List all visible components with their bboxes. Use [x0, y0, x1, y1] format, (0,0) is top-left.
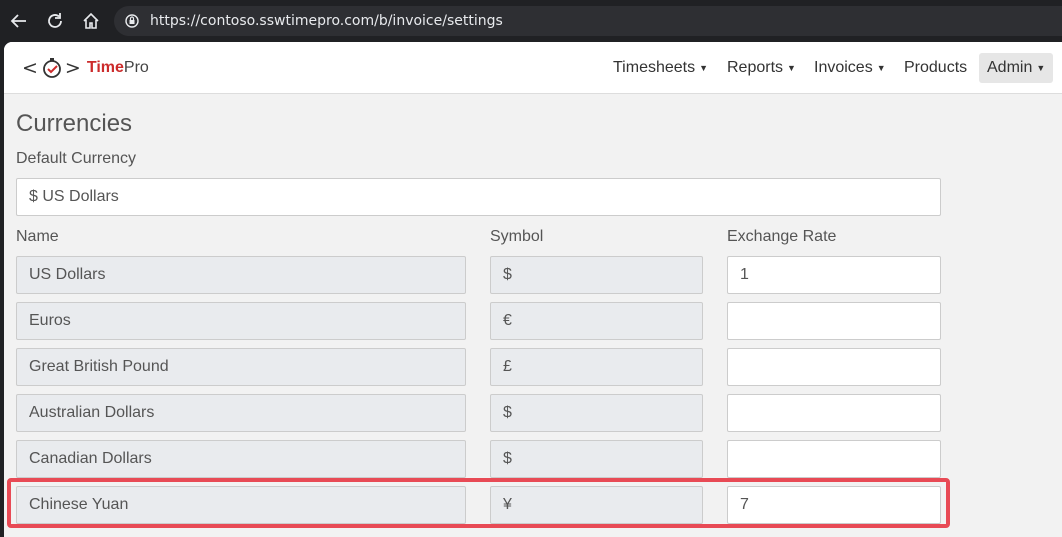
menu-products-label: Products: [904, 59, 968, 76]
currency-name-field: Euros: [16, 302, 466, 340]
web-page: < > Time Pro Timesheets ▼ Reports ▼ Invoic…: [4, 42, 1062, 537]
caret-down-icon: ▼: [699, 63, 709, 73]
stopwatch-icon: [41, 57, 63, 79]
menu-reports[interactable]: Reports ▼: [719, 53, 804, 83]
menu-admin[interactable]: Admin ▼: [979, 53, 1054, 83]
menu-admin-label: Admin: [987, 59, 1033, 76]
site-info-icon[interactable]: [124, 13, 140, 34]
currency-symbol-field: £: [490, 348, 703, 386]
menu-reports-label: Reports: [727, 59, 784, 76]
exchange-rate-input[interactable]: [727, 440, 941, 478]
top-navbar: < > Time Pro Timesheets ▼ Reports ▼ Invoic…: [4, 42, 1062, 94]
url-text: https://contoso.sswtimepro.com/b/invoice…: [150, 13, 503, 29]
currency-name-field: Canadian Dollars: [16, 440, 466, 478]
highlight-box: [7, 478, 950, 528]
exchange-rate-input[interactable]: [727, 302, 941, 340]
logo-pro-text: Pro: [123, 59, 149, 76]
caret-down-icon: ▼: [1036, 63, 1046, 73]
caret-down-icon: ▼: [787, 63, 796, 73]
currency-name-field: Australian Dollars: [16, 394, 466, 432]
caret-down-icon: ▼: [876, 63, 886, 73]
logo-bracket-left: <: [22, 57, 38, 79]
exchange-rate-input[interactable]: [727, 394, 941, 432]
currency-name-field: US Dollars: [16, 256, 466, 294]
currency-symbol-field: $: [490, 394, 703, 432]
logo-bracket-right: >: [64, 57, 81, 79]
logo-time-text: Time: [86, 59, 124, 76]
currency-symbol-field: $: [490, 256, 703, 294]
column-name-header: Name: [16, 228, 59, 245]
exchange-rate-input[interactable]: 1: [727, 256, 941, 294]
default-currency-label: Default Currency: [16, 150, 137, 167]
timepro-logo[interactable]: < > Time Pro: [22, 56, 149, 80]
menu-invoices[interactable]: Invoices ▼: [806, 53, 894, 83]
menu-products[interactable]: Products: [896, 53, 975, 83]
default-currency-select[interactable]: $ US Dollars: [16, 178, 941, 216]
currency-symbol-field: €: [490, 302, 703, 340]
menu-timesheets-label: Timesheets: [613, 59, 696, 76]
address-bar[interactable]: https://contoso.sswtimepro.com/b/invoice…: [114, 6, 1062, 36]
currency-name-field: Great British Pound: [16, 348, 466, 386]
column-rate-header: Exchange Rate: [727, 228, 837, 245]
reload-icon[interactable]: [42, 8, 68, 34]
currency-symbol-field: $: [490, 440, 703, 478]
browser-toolbar: https://contoso.sswtimepro.com/b/invoice…: [0, 0, 1062, 42]
menu-invoices-label: Invoices: [814, 59, 873, 76]
menu-timesheets[interactable]: Timesheets ▼: [605, 53, 716, 83]
page-title: Currencies: [16, 110, 133, 137]
column-symbol-header: Symbol: [490, 228, 544, 245]
back-arrow-icon[interactable]: [6, 8, 32, 34]
home-icon[interactable]: [78, 8, 104, 34]
exchange-rate-input[interactable]: [727, 348, 941, 386]
